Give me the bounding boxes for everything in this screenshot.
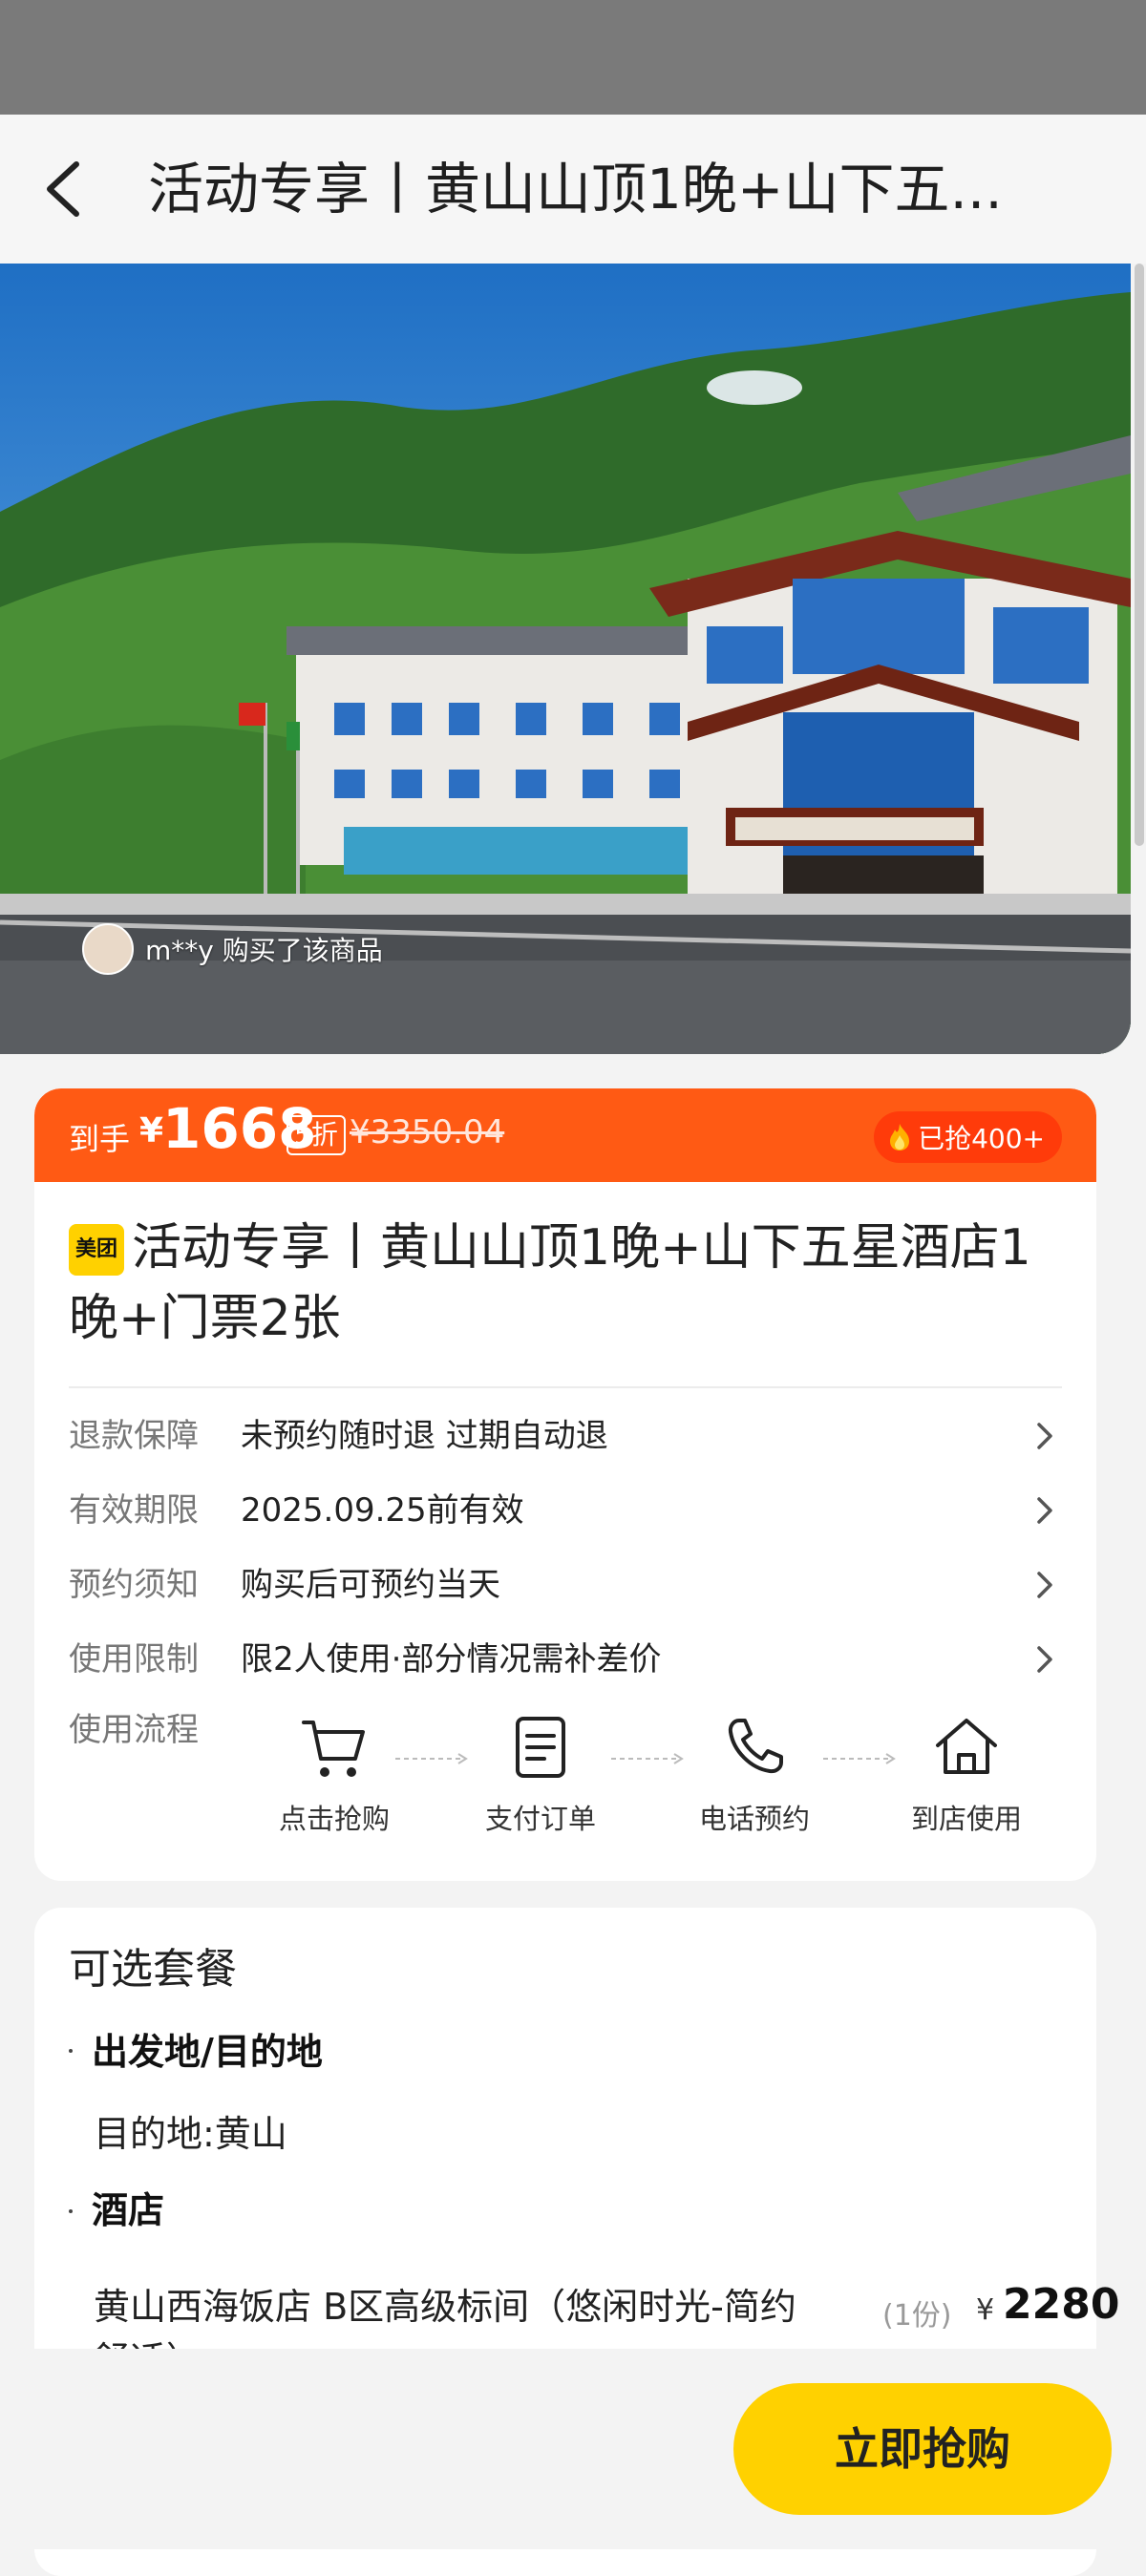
bullet-dot xyxy=(69,2209,73,2213)
section-heading-destination: 出发地/目的地 xyxy=(92,2031,323,2073)
home-icon xyxy=(936,1719,997,1774)
back-button[interactable] xyxy=(36,155,97,223)
info-row-refund[interactable]: 退款保障 未预约随时退 过期自动退 xyxy=(69,1407,1062,1465)
info-value: 购买后可预约当天 xyxy=(241,1566,500,1604)
chevron-right-icon xyxy=(1037,1646,1052,1673)
info-value: 2025.09.25前有效 xyxy=(241,1491,524,1530)
package-section-title: 可选套餐 xyxy=(69,1945,237,1994)
chevron-right-icon xyxy=(1037,1497,1052,1524)
flow-step-buy: 点击抢购 xyxy=(267,1711,401,1837)
chevron-left-icon xyxy=(47,161,79,217)
flow-step-label: 电话预约 xyxy=(698,1803,810,1835)
recent-buyer-text: m**y 购买了该商品 xyxy=(145,935,383,966)
status-bar xyxy=(0,0,1146,115)
info-row-validity[interactable]: 有效期限 2025.09.25前有效 xyxy=(69,1482,1062,1539)
fire-icon xyxy=(890,1124,910,1151)
scrollbar[interactable] xyxy=(1135,264,1144,846)
bullet-dot xyxy=(69,2049,73,2053)
flow-arrow xyxy=(823,1753,896,1764)
section-heading-hotel: 酒店 xyxy=(92,2189,165,2231)
info-label: 使用限制 xyxy=(69,1640,199,1679)
flow-step-checkin: 到店使用 xyxy=(900,1711,1033,1837)
price-banner: 到手 ¥ 1668 5折 ¥3350.04 已抢400+ xyxy=(34,1088,1096,1182)
original-price: ¥3350.04 xyxy=(350,1113,505,1151)
flow-step-label: 点击抢购 xyxy=(278,1803,390,1835)
info-row-booking-notice[interactable]: 预约须知 购买后可预约当天 xyxy=(69,1556,1062,1614)
price-lead: 到手 xyxy=(69,1121,131,1157)
room-quantity: (1份) xyxy=(882,2299,952,2333)
room-price: 2280 xyxy=(1003,2280,1120,2329)
divider xyxy=(69,1386,1062,1388)
info-value: 未预约随时退 过期自动退 xyxy=(241,1417,608,1455)
flow-step-label: 到店使用 xyxy=(910,1803,1022,1835)
page-title: 活动专享丨黄山山顶1晚+山下五... xyxy=(148,157,1003,222)
info-label: 预约须知 xyxy=(69,1566,199,1604)
product-summary-card: 到手 ¥ 1668 5折 ¥3350.04 已抢400+ 美团 活动专享丨黄山山… xyxy=(34,1088,1096,1881)
chevron-right-icon xyxy=(1037,1423,1052,1449)
info-label: 退款保障 xyxy=(69,1417,199,1455)
sold-count-text: 已抢400+ xyxy=(918,1123,1045,1154)
sold-count-badge: 已抢400+ xyxy=(874,1111,1062,1163)
info-row-usage-limit[interactable]: 使用限制 限2人使用·部分情况需补差价 xyxy=(69,1631,1062,1688)
flow-step-label: 支付订单 xyxy=(484,1803,596,1835)
discount-badge: 5折 xyxy=(286,1115,346,1155)
flow-arrow xyxy=(395,1753,468,1764)
info-value: 限2人使用·部分情况需补差价 xyxy=(241,1640,662,1679)
price-currency: ¥ xyxy=(139,1111,164,1151)
info-label: 有效期限 xyxy=(69,1491,199,1530)
chevron-right-icon xyxy=(1037,1572,1052,1598)
document-icon xyxy=(516,1717,565,1778)
flow-arrow xyxy=(611,1753,684,1764)
cart-icon xyxy=(302,1721,365,1777)
top-navigation-bar: 活动专享丨黄山山顶1晚+山下五... xyxy=(0,115,1146,264)
destination-value: 目的地:黄山 xyxy=(94,2113,287,2155)
flow-step-phone: 电话预约 xyxy=(688,1711,821,1837)
avatar xyxy=(82,923,134,975)
recent-buyer-notice: m**y 购买了该商品 xyxy=(82,922,383,976)
product-title: 活动专享丨黄山山顶1晚+山下五星酒店1晚+门票2张 xyxy=(69,1219,1031,1347)
buy-now-button[interactable]: 立即抢购 xyxy=(733,2383,1112,2515)
flow-step-pay: 支付订单 xyxy=(474,1711,607,1837)
phone-icon xyxy=(728,1719,783,1774)
room-price-currency: ¥ xyxy=(976,2293,995,2327)
usage-flow-label: 使用流程 xyxy=(69,1711,199,1749)
